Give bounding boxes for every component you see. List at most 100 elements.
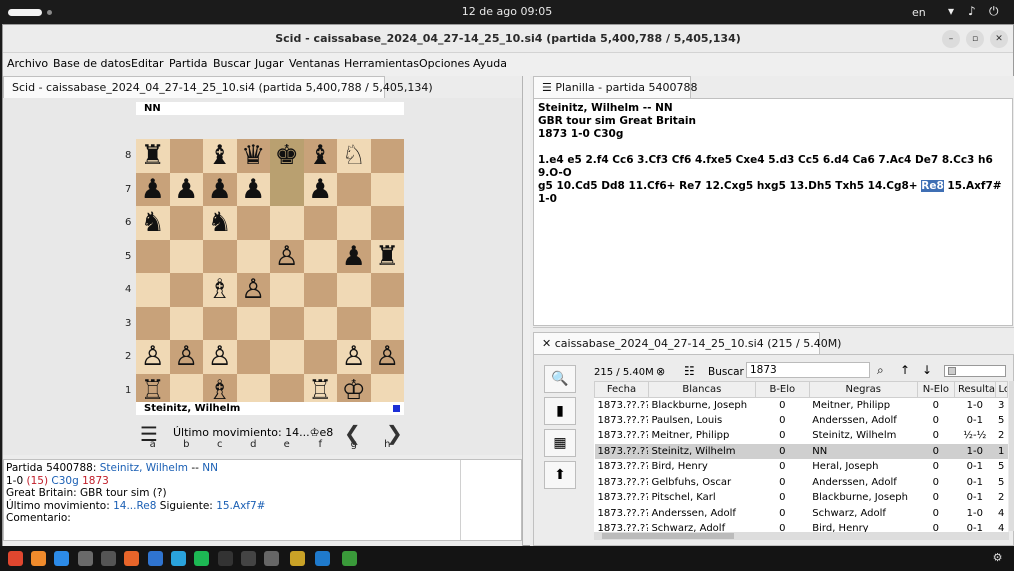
square-g5[interactable]: ♟ <box>337 239 371 273</box>
square-d8[interactable]: ♛ <box>236 139 270 173</box>
info-black-link[interactable]: NN <box>202 462 218 474</box>
square-h3[interactable] <box>370 306 404 340</box>
tab-notation[interactable]: ☰ Planilla - partida 5400788 <box>533 76 697 98</box>
menu-editar[interactable]: Editar <box>131 57 164 70</box>
square-c3[interactable] <box>203 306 237 340</box>
table-row[interactable]: 1873.??.?? Pitschel, Karl 0 Blackburne, Jos… <box>595 490 1008 506</box>
menu-archivo[interactable]: Archivo <box>7 57 48 70</box>
square-b2[interactable]: ♙ <box>169 340 203 374</box>
close-tab-icon[interactable]: ✕ <box>542 337 555 350</box>
vscode-icon[interactable] <box>315 551 330 566</box>
clock[interactable]: 12 de ago 09:05 <box>0 5 1014 18</box>
telegram-icon[interactable] <box>171 551 186 566</box>
square-d4[interactable]: ♙ <box>236 273 270 307</box>
square-f7[interactable]: ♟ <box>303 172 337 206</box>
square-c4[interactable]: ♗ <box>203 273 237 307</box>
notation-moves-line2[interactable]: g5 10.Cd5 Dd8 11.Cf6+ Re7 12.Cxg5 hxg5 1… <box>538 180 1008 206</box>
square-d5[interactable] <box>236 239 270 273</box>
square-a3[interactable] <box>136 306 170 340</box>
info-last-move-link[interactable]: 14...Re8 <box>113 500 156 512</box>
menu-opciones[interactable]: Opciones <box>419 57 470 70</box>
input-language[interactable]: en <box>912 6 926 19</box>
square-a4[interactable] <box>136 273 170 307</box>
search-db-icon[interactable]: 🔍 <box>544 365 576 393</box>
menu-jugar[interactable]: Jugar <box>255 57 283 70</box>
spreadsheet-icon[interactable] <box>342 551 357 566</box>
square-e4[interactable] <box>270 273 304 307</box>
menu-ventanas[interactable]: Ventanas <box>289 57 340 70</box>
stats-chart-icon[interactable]: ▮ <box>544 397 576 425</box>
square-c6[interactable]: ♞ <box>203 206 237 240</box>
square-a2[interactable]: ♙ <box>136 340 170 374</box>
table-row[interactable]: 1873.??.?? Gelbfuhs, Oscar 0 Anderssen, Ado… <box>595 475 1008 491</box>
square-b7[interactable]: ♟ <box>169 172 203 206</box>
files-icon[interactable] <box>78 551 93 566</box>
square-d6[interactable] <box>236 206 270 240</box>
square-e8[interactable]: ♚ <box>270 139 304 173</box>
square-c7[interactable]: ♟ <box>203 172 237 206</box>
square-g3[interactable] <box>337 306 371 340</box>
column-header[interactable]: Lo <box>994 381 1008 398</box>
square-a7[interactable]: ♟ <box>136 172 170 206</box>
square-b5[interactable] <box>169 239 203 273</box>
menu-herramientas[interactable]: Herramientas <box>344 57 419 70</box>
horizontal-scrollbar[interactable] <box>594 532 1009 540</box>
power-icon[interactable]: ⏻ <box>989 4 999 19</box>
table-row[interactable]: 1873.??.?? Blackburne, Joseph 0 Meitner, Ph… <box>595 397 1008 413</box>
square-f2[interactable] <box>303 340 337 374</box>
menu-ayuda[interactable]: Ayuda <box>473 57 507 70</box>
current-move-highlight[interactable]: Re8 <box>921 180 944 192</box>
table-row[interactable]: 1873.??.?? Steinitz, Wilhelm 0 NN 0 1-0 1 <box>594 443 1008 459</box>
filter-sliders-icon[interactable]: ☷ <box>684 364 695 378</box>
column-header[interactable]: Resulta <box>954 381 996 398</box>
app-icon[interactable] <box>218 551 233 566</box>
pane-splitter[interactable] <box>533 327 1014 331</box>
previous-move-button[interactable]: ❮ <box>344 421 361 445</box>
software-center-icon[interactable] <box>124 551 139 566</box>
square-b3[interactable] <box>169 306 203 340</box>
square-g4[interactable] <box>337 273 371 307</box>
next-move-button[interactable]: ❯ <box>386 421 403 445</box>
zoom-slider[interactable] <box>944 365 1006 377</box>
square-c8[interactable]: ♝ <box>203 139 237 173</box>
square-f8[interactable]: ♝ <box>303 139 337 173</box>
square-c5[interactable] <box>203 239 237 273</box>
info-white-link[interactable]: Steinitz, Wilhelm <box>100 462 188 474</box>
brave-browser-icon[interactable] <box>8 551 23 566</box>
notation-moves-line1[interactable]: 1.e4 e5 2.f4 Cc6 3.Cf3 Cf6 4.fxe5 Cxe4 5… <box>538 154 1008 180</box>
restore-button[interactable]: ▫ <box>966 30 984 48</box>
export-icon[interactable]: ⬆ <box>544 461 576 489</box>
volume-icon[interactable]: ♪ <box>968 4 976 18</box>
square-g2[interactable]: ♙ <box>337 340 371 374</box>
search-input[interactable] <box>746 362 870 378</box>
calculator-icon[interactable] <box>101 551 116 566</box>
show-apps-icon[interactable]: ⚙ <box>990 551 1005 566</box>
table-row[interactable]: 1873.??.?? Paulsen, Louis 0 Anderssen, Adol… <box>595 413 1008 429</box>
settings-icon[interactable] <box>148 551 163 566</box>
square-f4[interactable] <box>303 273 337 307</box>
square-e2[interactable] <box>270 340 304 374</box>
square-g8[interactable]: ♘ <box>337 139 371 173</box>
square-a8[interactable]: ♜ <box>136 139 170 173</box>
minimize-button[interactable]: – <box>942 30 960 48</box>
info-next-move-link[interactable]: 15.Axf7# <box>216 500 265 512</box>
square-h7[interactable] <box>370 172 404 206</box>
vertical-scrollbar[interactable] <box>1009 381 1014 531</box>
game-list-table[interactable]: FechaBlancasB-EloNegrasN-EloResultaLo 18… <box>594 381 1008 537</box>
square-h2[interactable]: ♙ <box>370 340 404 374</box>
square-d2[interactable] <box>236 340 270 374</box>
column-header[interactable]: N-Elo <box>916 381 956 398</box>
column-header[interactable]: B-Elo <box>754 381 810 398</box>
square-e5[interactable]: ♙ <box>270 239 304 273</box>
firefox-icon[interactable] <box>31 551 46 566</box>
arrow-down-icon[interactable]: ↓ <box>922 363 932 377</box>
clear-filter-icon[interactable]: ⊗ <box>656 365 665 378</box>
square-e3[interactable] <box>270 306 304 340</box>
table-row[interactable]: 1873.??.?? Meitner, Philipp 0 Steinitz, Wil… <box>595 428 1008 444</box>
scid-chess-icon[interactable] <box>290 551 305 566</box>
edge-icon[interactable] <box>54 551 69 566</box>
spotify-icon[interactable] <box>194 551 209 566</box>
column-header[interactable]: Blancas <box>647 381 756 398</box>
arrow-up-icon[interactable]: ↑ <box>900 363 910 377</box>
tab-main-board[interactable]: Scid - caissabase_2024_04_27-14_25_10.si… <box>3 76 433 98</box>
